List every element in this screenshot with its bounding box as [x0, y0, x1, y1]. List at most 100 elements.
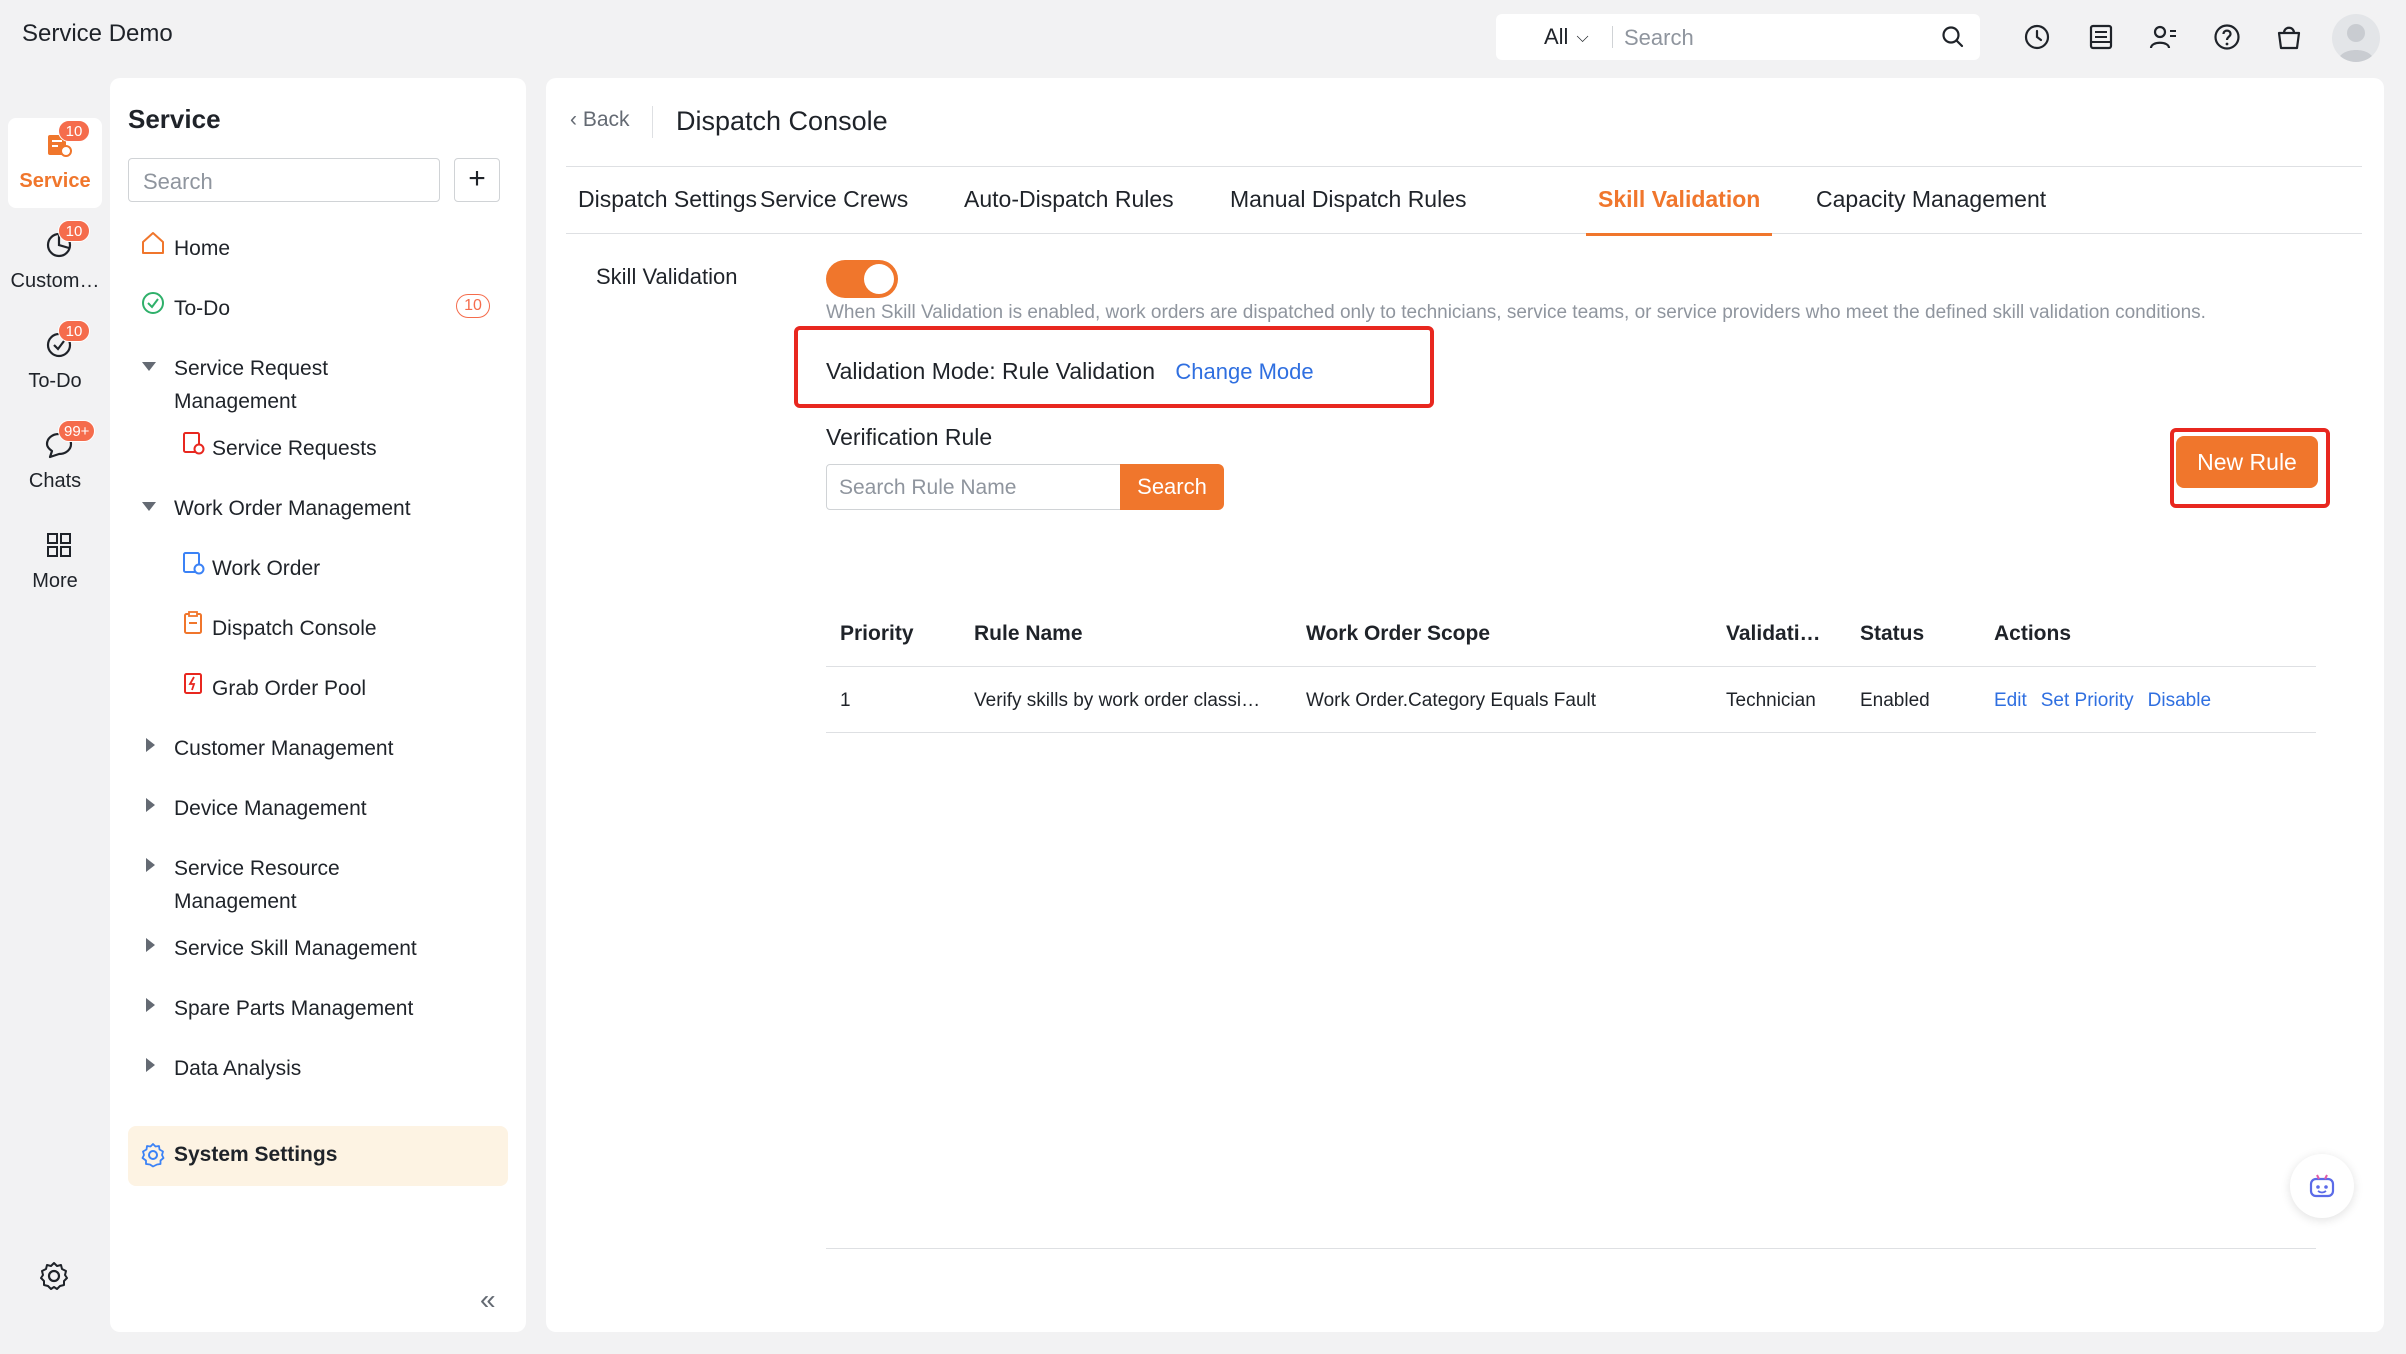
- bag-icon[interactable]: [2274, 22, 2304, 52]
- rail-item-chats[interactable]: 99+ Chats: [8, 418, 102, 508]
- user-avatar[interactable]: [2332, 14, 2380, 62]
- nav-item-todo[interactable]: To-Do 10: [128, 288, 508, 328]
- assistant-bot-button[interactable]: [2290, 1154, 2354, 1218]
- rail-item-customer[interactable]: 10 Custom…: [8, 218, 102, 308]
- nav-search-placeholder: Search: [143, 169, 213, 194]
- search-icon[interactable]: [1940, 24, 1966, 50]
- nav-group-data-analysis[interactable]: Data Analysis: [128, 1048, 508, 1088]
- nav-group-service-skill-management[interactable]: Service Skill Management: [128, 928, 508, 968]
- rail-item-more[interactable]: More: [8, 518, 102, 608]
- rail-item-todo[interactable]: 10 To-Do: [8, 318, 102, 408]
- verification-rule-title: Verification Rule: [826, 424, 993, 450]
- nav-item-system-settings[interactable]: System Settings: [128, 1126, 508, 1186]
- caret-right-icon: [146, 938, 155, 952]
- nav-panel: Service Search + Home To-Do 10 Service R…: [110, 78, 526, 1332]
- rule-search-button[interactable]: Search: [1120, 464, 1224, 510]
- nav-title: Service: [128, 104, 221, 134]
- nav-label: Spare Parts Management: [174, 997, 414, 1020]
- rail-badge: 10: [58, 320, 90, 342]
- validation-mode: Validation Mode: Rule Validation Change …: [826, 358, 1314, 385]
- tab-manual-dispatch-rules[interactable]: Manual Dispatch Rules: [1230, 186, 1467, 233]
- toggle-knob: [864, 264, 894, 294]
- nav-group-work-order-management[interactable]: Work Order Management: [128, 488, 508, 528]
- cell-rule-name: Verify skills by work order classi…: [974, 690, 1261, 711]
- nav-item-work-order[interactable]: Work Order: [128, 548, 508, 588]
- caret-right-icon: [146, 738, 155, 752]
- set-priority-link[interactable]: Set Priority: [2041, 690, 2134, 711]
- skill-validation-toggle[interactable]: [826, 260, 898, 298]
- nav-label: Service Requests: [212, 437, 377, 460]
- table-row-divider: [826, 732, 2316, 733]
- top-bar: Service Demo All ⌵ Search: [0, 0, 2406, 74]
- change-mode-link[interactable]: Change Mode: [1175, 359, 1313, 384]
- column-header: Actions: [1994, 622, 2072, 645]
- nav-label: Home: [174, 237, 231, 260]
- search-scope-select[interactable]: All ⌵: [1544, 24, 1589, 50]
- check-circle-icon: [142, 292, 164, 314]
- nav-group-service-resource-management[interactable]: Service Resource Management: [128, 848, 508, 914]
- nav-label: Work Order Management: [174, 497, 411, 520]
- back-button[interactable]: ‹ Back: [570, 108, 630, 132]
- nav-item-service-requests[interactable]: Service Requests: [128, 428, 508, 468]
- cell-status: Enabled: [1860, 690, 1930, 711]
- tab-skill-validation[interactable]: Skill Validation: [1586, 186, 1773, 236]
- rule-name-search-input[interactable]: Search Rule Name: [826, 464, 1122, 510]
- chevron-down-icon: ⌵: [1576, 29, 1589, 46]
- todo-count-badge: 10: [456, 294, 490, 318]
- nav-item-grab-order-pool[interactable]: Grab Order Pool: [128, 668, 508, 708]
- settings-gear-icon[interactable]: [38, 1260, 70, 1292]
- nav-label: Data Analysis: [174, 1057, 302, 1080]
- collapse-panel-button[interactable]: «: [480, 1284, 496, 1316]
- caret-right-icon: [146, 1058, 155, 1072]
- rule-search-placeholder: Search Rule Name: [839, 476, 1017, 499]
- nav-item-home[interactable]: Home: [128, 228, 508, 268]
- tab-service-crews[interactable]: Service Crews: [760, 186, 908, 233]
- history-icon[interactable]: [2022, 22, 2052, 52]
- grid-icon: [47, 533, 71, 557]
- cell-actions: Edit Set Priority Disable: [1994, 690, 2225, 712]
- global-search-input[interactable]: Search: [1624, 25, 1694, 51]
- inbox-icon[interactable]: [2086, 22, 2116, 52]
- nav-label: Dispatch Console: [212, 617, 377, 640]
- tab-capacity-management[interactable]: Capacity Management: [1816, 186, 2046, 233]
- nav-group-spare-parts-management[interactable]: Spare Parts Management: [128, 988, 508, 1028]
- rail-badge: 10: [58, 220, 90, 242]
- table-bottom-divider: [826, 1248, 2316, 1249]
- tab-bar: Dispatch Settings Service Crews Auto-Dis…: [566, 168, 2362, 236]
- rail-item-service[interactable]: 10 Service: [8, 118, 102, 208]
- global-search[interactable]: All ⌵ Search: [1496, 14, 1980, 60]
- tab-dispatch-settings[interactable]: Dispatch Settings: [578, 186, 757, 233]
- disable-rule-link[interactable]: Disable: [2148, 690, 2211, 711]
- rail-label: Chats: [28, 470, 82, 492]
- home-icon: [142, 232, 164, 254]
- column-header: Rule Name: [974, 622, 1083, 645]
- caret-down-icon: [142, 502, 156, 511]
- contacts-icon[interactable]: [2148, 22, 2178, 52]
- cell-work-order-scope: Work Order.Category Equals Fault: [1306, 690, 1597, 711]
- column-header: Validati…: [1726, 622, 1821, 645]
- work-order-icon: [183, 552, 205, 575]
- tab-auto-dispatch-rules[interactable]: Auto-Dispatch Rules: [964, 186, 1174, 233]
- nav-label: Work Order: [212, 557, 321, 580]
- rail-label: More: [32, 570, 78, 592]
- new-rule-button[interactable]: New Rule: [2176, 436, 2318, 488]
- nav-add-button[interactable]: +: [454, 158, 500, 202]
- app-title: Service Demo: [22, 20, 173, 47]
- nav-search-input[interactable]: Search: [128, 158, 440, 202]
- main-panel: ‹ Back Dispatch Console Dispatch Setting…: [546, 78, 2384, 1332]
- user-avatar-icon: [2338, 24, 2374, 62]
- nav-group-customer-management[interactable]: Customer Management: [128, 728, 508, 768]
- nav-label: Service Request Management: [174, 357, 329, 413]
- skill-validation-description: When Skill Validation is enabled, work o…: [826, 302, 2206, 323]
- help-icon[interactable]: [2212, 22, 2242, 52]
- column-header: Work Order Scope: [1306, 622, 1490, 645]
- caret-right-icon: [146, 858, 155, 872]
- nav-group-device-management[interactable]: Device Management: [128, 788, 508, 828]
- nav-label: Device Management: [174, 797, 367, 820]
- nav-item-dispatch-console[interactable]: Dispatch Console: [128, 608, 508, 648]
- edit-rule-link[interactable]: Edit: [1994, 690, 2027, 711]
- nav-group-service-request-management[interactable]: Service Request Management: [128, 348, 508, 414]
- rail-badge: 10: [58, 120, 90, 142]
- nav-label: Customer Management: [174, 737, 394, 760]
- search-divider: [1612, 26, 1613, 48]
